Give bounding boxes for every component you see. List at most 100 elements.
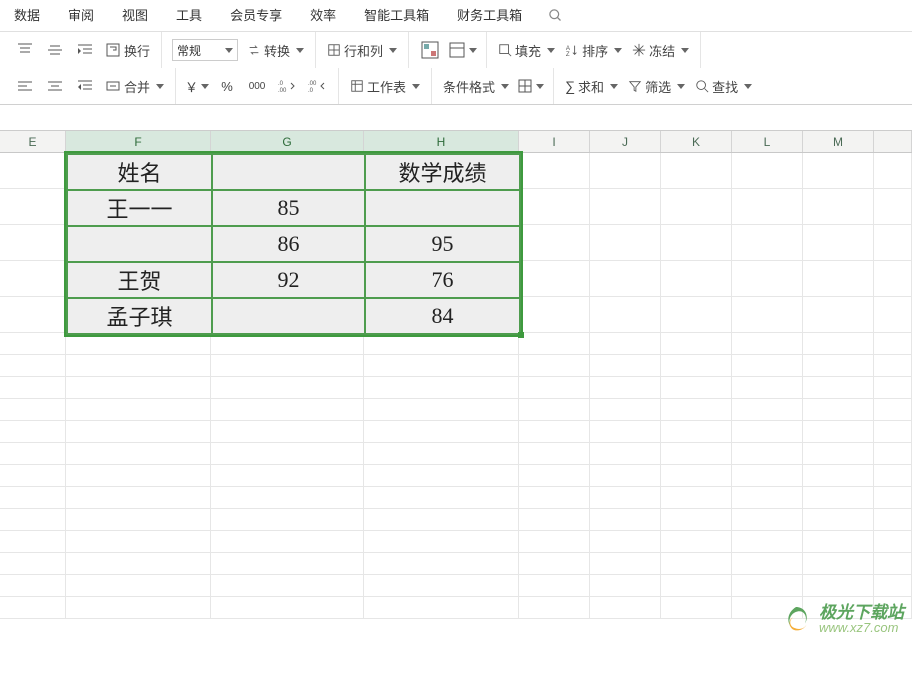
find-icon [695,79,709,93]
menu-efficiency[interactable]: 效率 [296,0,350,32]
currency-button[interactable]: ￥ [185,74,209,98]
column-headers: E F G H I J K L M [0,131,912,153]
number-group-2: ￥ % 000 .0.00 .00.0 [176,68,339,104]
col-header-F[interactable]: F [66,131,211,152]
cell[interactable]: 王一一 [67,190,212,226]
selection-handle[interactable] [518,332,524,338]
filter-label: 筛选 [645,77,671,96]
col-header-K[interactable]: K [661,131,732,152]
col-header-H[interactable]: H [364,131,519,152]
menu-members[interactable]: 会员专享 [216,0,296,32]
cell[interactable]: 76 [365,262,520,298]
col-header-E[interactable]: E [0,131,66,152]
cell[interactable]: 王贺 [67,262,212,298]
chevron-down-icon [610,84,618,89]
col-header-extra[interactable] [874,131,912,152]
indent-decrease-button[interactable] [73,74,97,98]
chevron-down-icon [201,84,209,89]
chevron-down-icon [412,84,420,89]
increase-decimal-button[interactable]: .00.0 [305,74,329,98]
align-center-button[interactable] [43,74,67,98]
cell[interactable] [365,190,520,226]
table-row: 86 95 [67,226,520,262]
table-style-icon [448,41,466,59]
editing-group-1: 填充 AZ 排序 冻结 [487,32,701,68]
table-style-button[interactable] [448,38,477,62]
editing-group-2: ∑ 求和 筛选 查找 [554,68,763,104]
selected-range[interactable]: 姓名 数学成绩 王一一 85 86 95 王贺 92 76 孟子琪 [66,153,521,335]
menu-smart-toolbox[interactable]: 智能工具箱 [350,0,443,32]
chevron-down-icon [296,48,304,53]
watermark-line1: 极光下载站 [819,604,904,622]
merge-icon [105,78,121,94]
menu-tools[interactable]: 工具 [162,0,216,32]
col-header-J[interactable]: J [590,131,661,152]
toolbar-row-2: 合并 ￥ % 000 .0.00 .00.0 工作表 条件格式 [0,68,912,104]
chevron-down-icon [681,48,689,53]
worksheet-button[interactable]: 工作表 [348,74,422,98]
find-button[interactable]: 查找 [693,74,754,98]
header-blank[interactable] [212,154,365,190]
toolbar: 换行 常规 转换 行和列 [0,32,912,105]
cell[interactable]: 95 [365,226,520,262]
fill-button[interactable]: 填充 [496,38,557,62]
number-format-select[interactable]: 常规 [172,39,238,61]
conditional-format-label-button[interactable]: 条件格式 [441,74,511,98]
merge-label: 合并 [124,77,150,96]
header-math-score[interactable]: 数学成绩 [365,154,520,190]
col-header-M[interactable]: M [803,131,874,152]
menu-view[interactable]: 视图 [108,0,162,32]
thousands-button[interactable]: 000 [245,74,269,98]
menu-data[interactable]: 数据 [0,0,54,32]
cell[interactable]: 孟子琪 [67,298,212,334]
cond-format-icon [420,40,440,60]
align-group: 换行 [4,32,162,68]
menu-finance-toolbox[interactable]: 财务工具箱 [443,0,536,32]
cell[interactable]: 86 [212,226,365,262]
header-name[interactable]: 姓名 [67,154,212,190]
convert-button[interactable]: 转换 [245,38,306,62]
filter-icon [628,79,642,93]
number-format-group: 常规 转换 [162,32,316,68]
number-format-value: 常规 [177,42,201,59]
sort-label: 排序 [582,41,608,60]
col-header-I[interactable]: I [519,131,590,152]
cells-group-2: 工作表 [339,68,432,104]
fill-label: 填充 [515,41,541,60]
find-label: 查找 [712,77,738,96]
thousands-label: 000 [249,81,266,92]
merge-cells-button[interactable]: 合并 [103,74,166,98]
menu-review[interactable]: 审阅 [54,0,108,32]
align-left-button[interactable] [13,74,37,98]
wrap-text-button[interactable]: 换行 [103,38,152,62]
cond-fmt-label: 条件格式 [443,77,495,96]
conditional-format-button[interactable] [418,38,442,62]
percent-button[interactable]: % [215,74,239,98]
formula-bar[interactable] [0,105,912,131]
sort-button[interactable]: AZ 排序 [563,38,624,62]
chevron-down-icon [389,48,397,53]
freeze-button[interactable]: 冻结 [630,38,691,62]
search-icon [548,8,563,23]
cell[interactable] [67,226,212,262]
cell[interactable] [212,298,365,334]
col-header-L[interactable]: L [732,131,803,152]
cell[interactable]: 84 [365,298,520,334]
align-top-button[interactable] [13,38,37,62]
row-col-label: 行和列 [344,41,383,60]
col-header-G[interactable]: G [211,131,364,152]
align-middle-button[interactable] [43,38,67,62]
menu-search-button[interactable] [536,8,575,23]
indent-increase-button[interactable] [73,38,97,62]
convert-icon [247,43,261,57]
spreadsheet-grid[interactable]: 姓名 数学成绩 王一一 85 86 95 王贺 92 76 孟子琪 [0,153,912,673]
indent-increase-icon [77,42,93,58]
cell-style-button[interactable] [517,74,544,98]
filter-button[interactable]: 筛选 [626,74,687,98]
cell[interactable]: 85 [212,190,365,226]
sum-button[interactable]: ∑ 求和 [563,74,620,98]
row-col-button[interactable]: 行和列 [325,38,399,62]
decrease-decimal-button[interactable]: .0.00 [275,74,299,98]
table-header-row: 姓名 数学成绩 [67,154,520,190]
cell[interactable]: 92 [212,262,365,298]
